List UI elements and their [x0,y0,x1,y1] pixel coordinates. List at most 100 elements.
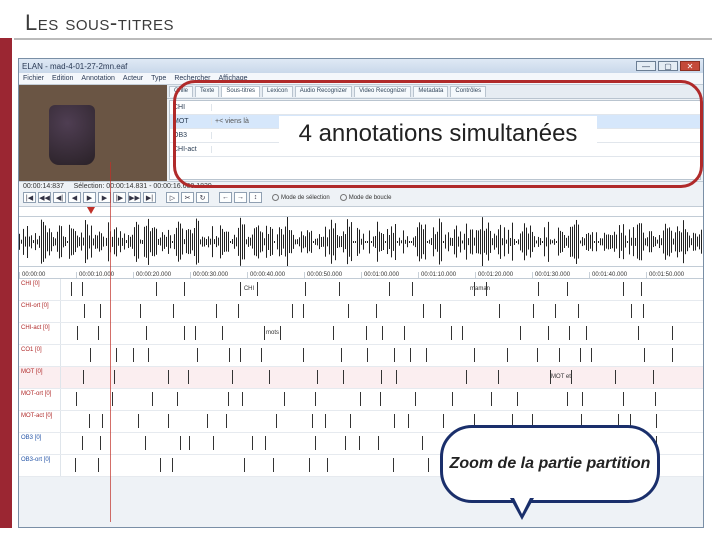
annotation-segment[interactable] [360,392,381,406]
next-seg-button[interactable]: ▶▶ [128,192,141,203]
annotation-segment[interactable] [244,458,274,472]
annotation-segment[interactable] [82,436,101,450]
annotation-segment[interactable] [538,282,568,296]
play-selection-button[interactable]: ▷ [166,192,179,203]
annotation-segment[interactable] [615,370,654,384]
annotation-segment[interactable] [276,414,313,428]
prev-seg-button[interactable]: ◀◀ [38,192,51,203]
time-ruler-top[interactable] [19,207,703,217]
mode-loop[interactable]: Mode de boucle [340,194,392,201]
annotation-segment[interactable] [145,436,181,450]
minimize-button[interactable]: — [636,61,656,71]
menu-annotation[interactable]: Annotation [81,75,114,82]
sel-shrink-button[interactable]: ↕ [249,192,262,203]
close-button[interactable]: ✕ [680,61,700,71]
step-fwd-button[interactable]: |▶ [113,192,126,203]
annotation-segment[interactable] [580,348,592,362]
annotation-segment[interactable] [77,326,99,340]
annotation-segment[interactable] [333,326,367,340]
menu-file[interactable]: Fichier [23,75,44,82]
annotation-segment[interactable] [232,370,270,384]
tier-row[interactable]: CHI-ort [0] [19,301,703,323]
annotation-segment[interactable] [152,392,178,406]
annotation-segment[interactable] [89,414,103,428]
annotation-segment[interactable] [317,370,344,384]
annotation-segment[interactable]: maman [474,282,487,296]
clear-selection-button[interactable]: ✂ [181,192,194,203]
annotation-segment[interactable] [623,282,642,296]
menu-edit[interactable]: Edition [52,75,73,82]
annotation-segment[interactable] [325,414,351,428]
annotation-segment[interactable] [133,348,149,362]
annotation-segment[interactable] [423,304,441,318]
annotation-segment[interactable] [394,414,409,428]
annotation-segment[interactable]: MOT et [550,370,572,384]
annotation-segment[interactable] [168,370,189,384]
play-button[interactable]: ▶ [83,192,96,203]
annotation-segment[interactable] [638,326,673,340]
maximize-button[interactable]: ▢ [658,61,678,71]
annotation-segment[interactable] [305,282,340,296]
tier-body[interactable] [61,301,703,322]
annotation-segment[interactable] [393,458,429,472]
time-ruler[interactable]: 00:00:00 00:00:10.000 00:00:20.000 00:00… [19,267,703,279]
annotation-segment[interactable] [90,348,117,362]
annotation-segment[interactable] [644,348,673,362]
annotation-segment[interactable] [240,348,262,362]
tier-row[interactable]: CHI [0]CHImaman [19,279,703,301]
annotation-segment[interactable] [348,304,377,318]
go-start-button[interactable]: |◀ [23,192,36,203]
annotation-segment[interactable] [415,392,453,406]
annotation-segment[interactable] [252,436,266,450]
annotation-segment[interactable] [631,304,644,318]
annotation-segment[interactable] [138,414,169,428]
annotation-segment[interactable] [466,370,499,384]
annotation-segment[interactable] [146,326,185,340]
annotation-segment[interactable] [569,326,587,340]
annotation-segment[interactable] [537,348,560,362]
mode-selection[interactable]: Mode de sélection [272,194,330,201]
video-preview[interactable] [19,85,167,181]
tier-body[interactable] [61,389,703,410]
tier-row[interactable]: MOT-ort [0] [19,389,703,411]
annotation-segment[interactable] [623,392,656,406]
tier-row[interactable]: CHI-act [0]mots [19,323,703,345]
annotation-segment[interactable] [292,304,304,318]
annotation-segment[interactable] [367,348,395,362]
go-end-button[interactable]: ▶| [143,192,156,203]
annotation-segment[interactable] [451,326,463,340]
annotation-segment[interactable] [381,370,397,384]
annotation-segment[interactable] [567,392,583,406]
annotation-segment[interactable]: CHI [240,282,258,296]
annotation-segment[interactable] [491,392,518,406]
annotation-segment[interactable] [228,392,243,406]
annotation-segment[interactable] [76,392,113,406]
step-back-button[interactable]: ◀| [53,192,66,203]
annotation-segment[interactable] [189,436,214,450]
annotation-segment[interactable] [315,436,346,450]
annotation-segment[interactable] [156,282,185,296]
menu-actor[interactable]: Acteur [123,75,143,82]
annotation-segment[interactable] [303,348,342,362]
annotation-segment[interactable] [284,392,316,406]
tier-body[interactable]: MOT et [61,367,703,388]
waveform[interactable] [19,217,703,267]
annotation-segment[interactable] [555,304,579,318]
tier-row[interactable]: CO1 [0] [19,345,703,367]
annotation-segment[interactable] [160,458,173,472]
annotation-segment[interactable] [474,348,508,362]
sel-right-button[interactable]: → [234,192,247,203]
annotation-segment[interactable] [520,326,549,340]
annotation-segment[interactable] [410,348,427,362]
annotation-segment[interactable] [75,458,99,472]
annotation-segment[interactable] [71,282,83,296]
annotation-segment[interactable] [140,304,174,318]
annotation-segment[interactable] [216,304,239,318]
tier-body[interactable]: CHI maman [61,279,703,300]
annotation-segment[interactable] [207,414,227,428]
sel-left-button[interactable]: ← [219,192,232,203]
annotation-segment[interactable]: mots [264,326,281,340]
annotation-segment[interactable] [309,458,328,472]
annotation-segment[interactable] [359,436,379,450]
tier-body[interactable]: mots [61,323,703,344]
